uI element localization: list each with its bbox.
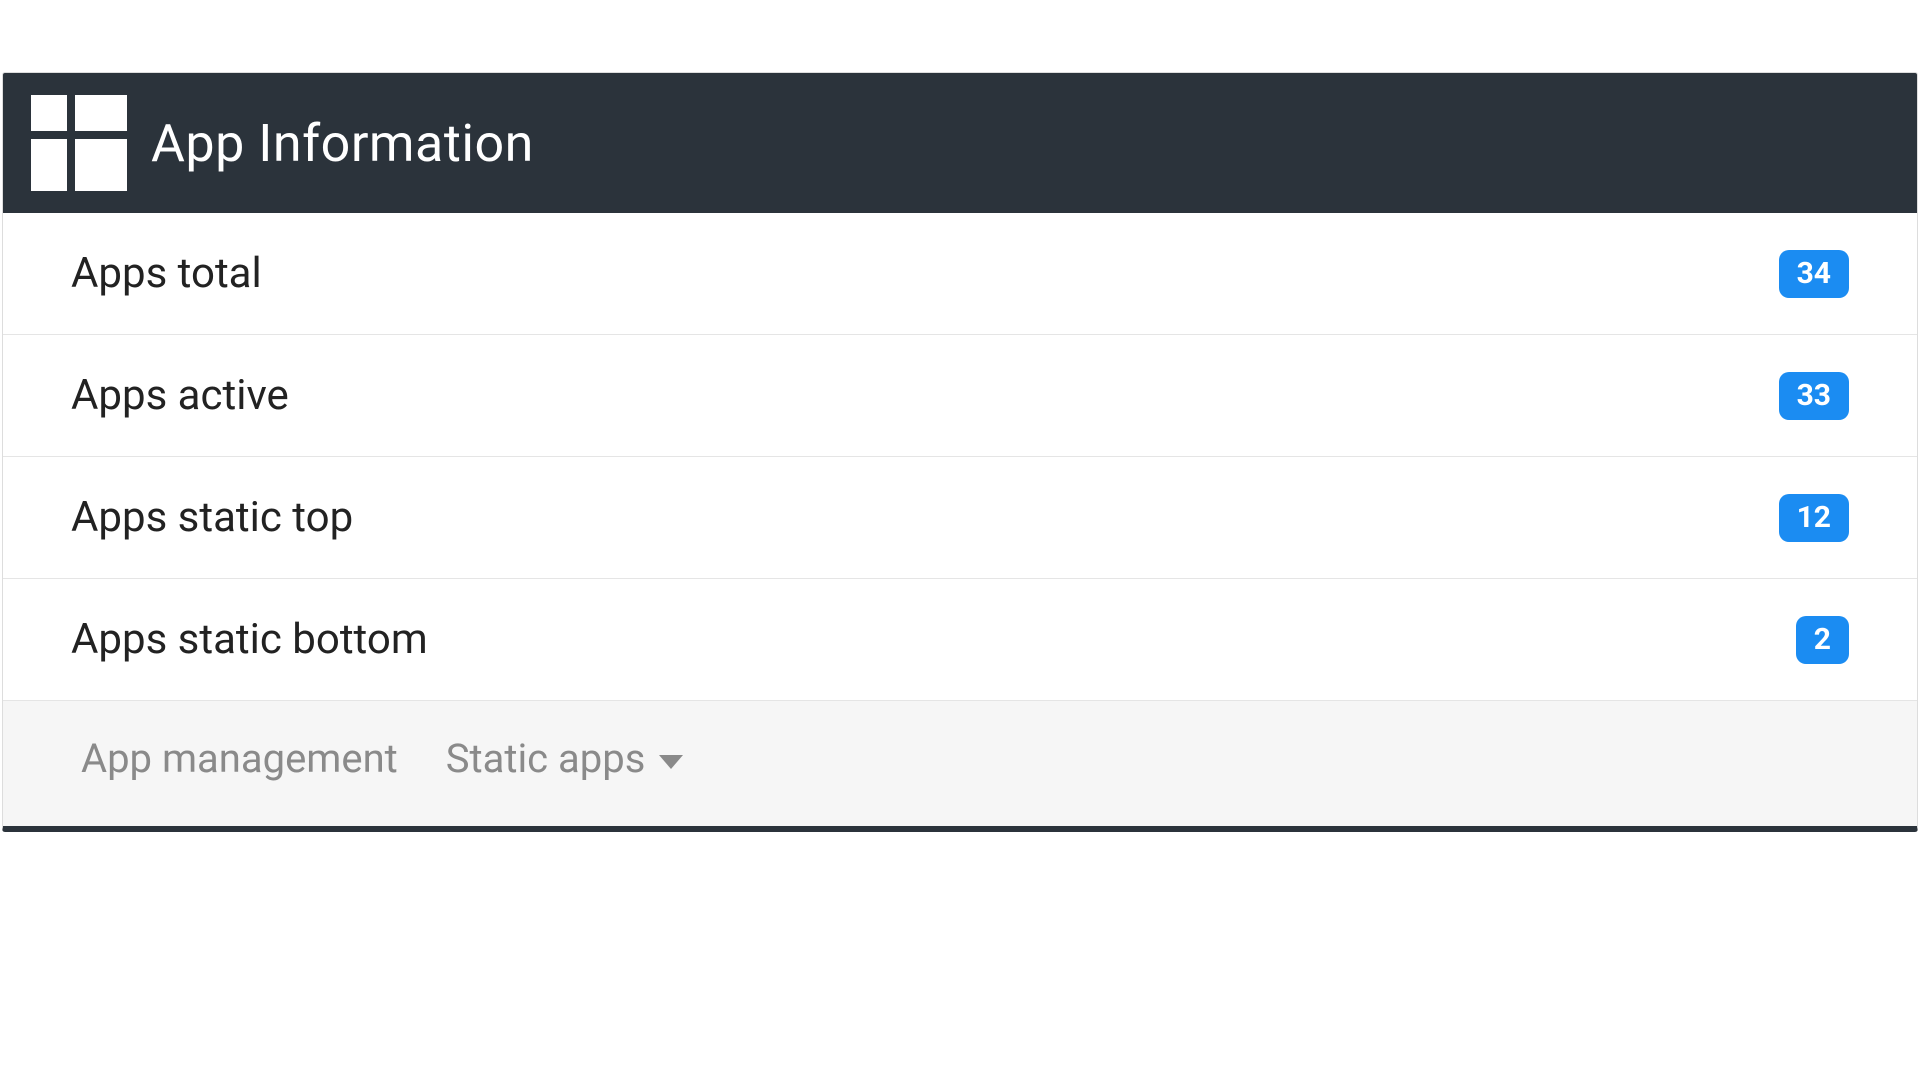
caret-down-icon [659,755,683,769]
stat-label-apps-active: Apps active [71,371,289,420]
static-apps-dropdown[interactable]: Static apps [446,735,684,782]
stat-badge-apps-static-top: 12 [1779,494,1849,542]
panel-title: App Information [151,113,534,174]
stat-label-apps-static-bottom: Apps static bottom [71,615,428,664]
stat-label-apps-total: Apps total [71,249,262,298]
stats-list: Apps total 34 Apps active 33 Apps static… [3,213,1917,700]
list-item: Apps total 34 [3,213,1917,335]
grid-icon [31,95,127,191]
stat-badge-apps-active: 33 [1779,372,1849,420]
list-item: Apps active 33 [3,335,1917,457]
panel-header: App Information [3,73,1917,213]
stat-label-apps-static-top: Apps static top [71,493,353,542]
panel-footer: App management Static apps [3,700,1917,826]
list-item: Apps static bottom 2 [3,579,1917,700]
app-info-panel: App Information Apps total 34 Apps activ… [2,72,1918,832]
app-management-label: App management [81,735,398,782]
list-item: Apps static top 12 [3,457,1917,579]
stat-badge-apps-static-bottom: 2 [1796,616,1849,664]
app-management-link[interactable]: App management [81,735,398,782]
static-apps-label: Static apps [446,735,646,782]
stat-badge-apps-total: 34 [1779,250,1849,298]
